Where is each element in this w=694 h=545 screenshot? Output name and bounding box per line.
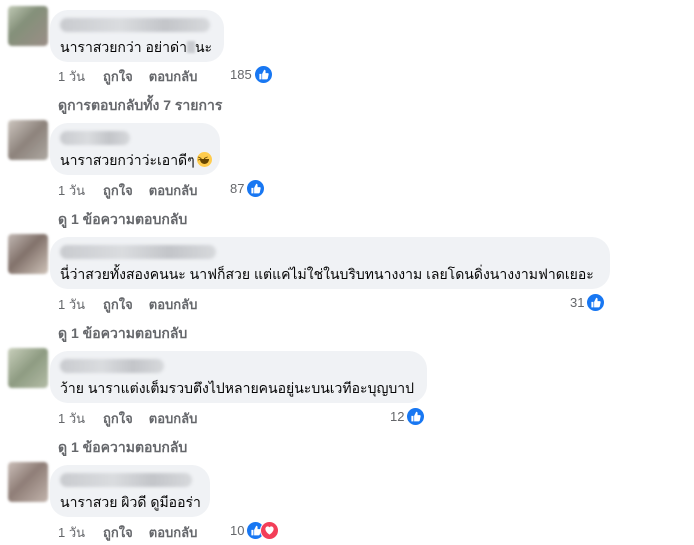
avatar[interactable] xyxy=(8,462,48,502)
reaction-summary[interactable]: 31 xyxy=(570,293,606,312)
comment-actions: 1 วัน ถูกใจ ตอบกลับ xyxy=(58,66,217,87)
comment-actions: 1 วัน ถูกใจ ตอบกลับ xyxy=(58,522,217,543)
like-button[interactable]: ถูกใจ xyxy=(103,180,133,201)
reaction-summary[interactable]: 185 xyxy=(230,65,273,84)
like-button[interactable]: ถูกใจ xyxy=(103,522,133,543)
censored-mark xyxy=(186,41,195,53)
like-icon xyxy=(246,179,266,198)
avatar[interactable] xyxy=(8,6,48,46)
comment-time[interactable]: 1 วัน xyxy=(58,294,85,315)
love-icon xyxy=(260,521,280,540)
reaction-summary[interactable]: 87 xyxy=(230,179,266,198)
like-icon xyxy=(253,65,273,84)
reply-button[interactable]: ตอบกลับ xyxy=(149,294,198,315)
comment-bubble: นาราสวยกว่าว่ะเอาดีๆ xyxy=(50,123,220,175)
view-replies-link[interactable]: ดู 1 ข้อความตอบกลับ xyxy=(58,323,187,345)
view-replies-link[interactable]: ดู 1 ข้อความตอบกลับ xyxy=(58,437,187,459)
reaction-count: 12 xyxy=(390,409,405,424)
reply-button[interactable]: ตอบกลับ xyxy=(149,408,198,429)
like-icon xyxy=(406,407,426,426)
comment-text: นาราสวย ผิวดี ดูมีออร่า xyxy=(60,494,201,510)
like-icon xyxy=(586,293,606,312)
commenter-name-redacted[interactable] xyxy=(60,245,216,259)
reaction-count: 10 xyxy=(230,523,245,538)
reaction-summary[interactable]: 10 xyxy=(230,521,280,540)
avatar[interactable] xyxy=(8,234,48,274)
laughing-emoji-icon xyxy=(196,151,212,169)
comments-section: นาราสวยกว่า อย่าด่า นะ 1 วัน ถูกใจ ตอบกลั… xyxy=(0,0,694,545)
comment-text: นี่ว่าสวยทั้งสองคนนะ นาฟก็สวย แต่แค่ไม่ใ… xyxy=(60,266,594,282)
commenter-name-redacted[interactable] xyxy=(60,359,164,373)
view-replies-link[interactable]: ดูการตอบกลับทั้ง 7 รายการ xyxy=(58,95,222,117)
reply-button[interactable]: ตอบกลับ xyxy=(149,522,198,543)
commenter-name-redacted[interactable] xyxy=(60,131,130,145)
comment-text: นาราสวยกว่า อย่าด่า นะ xyxy=(60,39,213,55)
comment-text: ว้าย นาราแต่งเต็มรวบตึงไปหลายคนอยู่นะบนเ… xyxy=(60,380,415,396)
avatar[interactable] xyxy=(8,348,48,388)
comment-time[interactable]: 1 วัน xyxy=(58,66,85,87)
reaction-count: 31 xyxy=(570,295,585,310)
comment-time[interactable]: 1 วัน xyxy=(58,522,85,543)
reaction-count: 185 xyxy=(230,67,252,82)
comment-time[interactable]: 1 วัน xyxy=(58,180,85,201)
comment-bubble: นี่ว่าสวยทั้งสองคนนะ นาฟก็สวย แต่แค่ไม่ใ… xyxy=(50,237,610,289)
reaction-summary[interactable]: 12 xyxy=(390,407,426,426)
comment-bubble: นาราสวย ผิวดี ดูมีออร่า xyxy=(50,465,210,517)
reaction-count: 87 xyxy=(230,181,245,196)
avatar[interactable] xyxy=(8,120,48,160)
comment-actions: 1 วัน ถูกใจ ตอบกลับ xyxy=(58,408,217,429)
reply-button[interactable]: ตอบกลับ xyxy=(149,180,198,201)
comment-text: นาราสวยกว่าว่ะเอาดีๆ xyxy=(60,151,212,169)
view-replies-link[interactable]: ดู 1 ข้อความตอบกลับ xyxy=(58,209,187,231)
reply-button[interactable]: ตอบกลับ xyxy=(149,66,198,87)
comment-actions: 1 วัน ถูกใจ ตอบกลับ xyxy=(58,294,217,315)
like-button[interactable]: ถูกใจ xyxy=(103,294,133,315)
like-button[interactable]: ถูกใจ xyxy=(103,66,133,87)
comment-bubble: ว้าย นาราแต่งเต็มรวบตึงไปหลายคนอยู่นะบนเ… xyxy=(50,351,427,403)
comment-time[interactable]: 1 วัน xyxy=(58,408,85,429)
like-button[interactable]: ถูกใจ xyxy=(103,408,133,429)
commenter-name-redacted[interactable] xyxy=(60,18,210,32)
comment-bubble: นาราสวยกว่า อย่าด่า นะ xyxy=(50,10,224,62)
comment-actions: 1 วัน ถูกใจ ตอบกลับ xyxy=(58,180,217,201)
commenter-name-redacted[interactable] xyxy=(60,473,192,487)
